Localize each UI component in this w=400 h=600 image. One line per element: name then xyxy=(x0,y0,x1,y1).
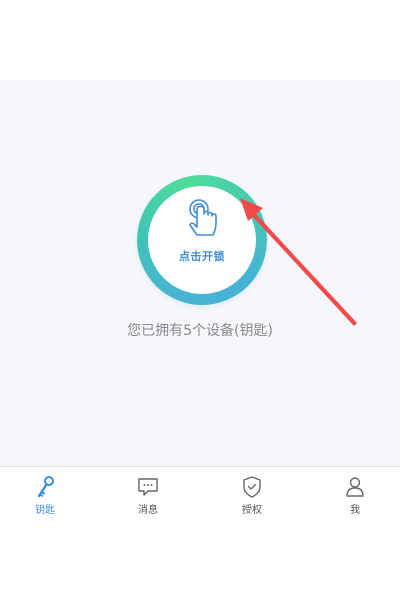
unlock-button[interactable]: 点击开锁 xyxy=(137,175,267,305)
bottom-tab-bar: 钥匙 消息 授权 我 xyxy=(0,467,400,517)
tab-messages[interactable]: 消息 xyxy=(118,467,178,517)
person-icon xyxy=(346,477,364,497)
bottom-blank-area xyxy=(0,517,400,600)
tab-keys[interactable]: 钥匙 xyxy=(15,467,75,517)
tab-authorize[interactable]: 授权 xyxy=(222,467,282,517)
tab-me[interactable]: 我 xyxy=(325,467,385,517)
message-icon xyxy=(138,478,158,496)
status-bar-area xyxy=(0,0,400,80)
unlock-label: 点击开锁 xyxy=(179,250,225,263)
tab-keys-label: 钥匙 xyxy=(35,505,55,516)
unlock-button-inner[interactable]: 点击开锁 xyxy=(148,186,256,294)
key-icon xyxy=(37,476,54,498)
tab-messages-label: 消息 xyxy=(138,505,158,516)
tab-authorize-label: 授权 xyxy=(242,505,262,516)
shield-check-icon xyxy=(243,476,261,498)
tab-me-label: 我 xyxy=(350,505,360,516)
finger-touch-icon xyxy=(189,199,217,236)
device-count-text: 您已拥有5个设备(钥匙) xyxy=(127,323,273,339)
main-content: 点击开锁 您已拥有5个设备(钥匙) xyxy=(0,80,400,466)
